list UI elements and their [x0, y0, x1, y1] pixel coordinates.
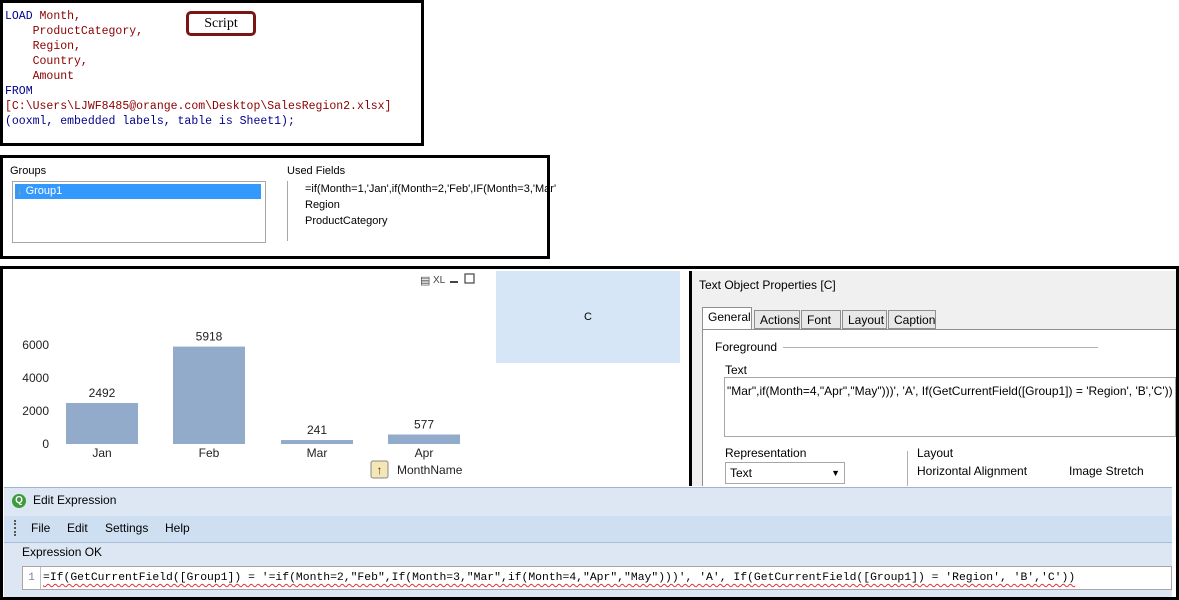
script-field: ProductCategory, [32, 25, 144, 38]
tab-layout[interactable]: Layout [842, 310, 887, 329]
layout-label: Layout [917, 446, 954, 460]
menu-settings[interactable]: Settings [105, 521, 148, 535]
y-tick-label: 4000 [22, 371, 49, 385]
general-tab-body: Foreground Text "Mar",if(Month=4,"Apr","… [702, 329, 1176, 486]
line-number: 1 [23, 567, 41, 589]
representation-label: Representation [725, 446, 807, 460]
group-item-label: Group1 [25, 185, 63, 197]
text-object-properties-dialog: Text Object Properties [C] General Actio… [692, 271, 1176, 486]
x-tick-label: Apr [415, 446, 434, 460]
text-input-value: "Mar",if(Month=4,"Apr","May")))', 'A', I… [727, 384, 1173, 398]
x-tick-label: Jan [92, 446, 111, 460]
script-callout-label: Script [186, 11, 256, 36]
bar-jan[interactable] [66, 402, 138, 444]
dialog-title: Text Object Properties [C] [699, 278, 836, 292]
bar-apr[interactable] [388, 434, 460, 444]
script-path: [C:\Users\LJWF8485@orange.com\Desktop\Sa… [5, 100, 392, 113]
chart-caption: ▤ XL [420, 273, 475, 287]
foreground-divider [783, 347, 1098, 348]
script-format: (ooxml, embedded labels, table is Sheet1… [5, 115, 295, 128]
qlik-app-icon: Q [12, 494, 26, 508]
image-stretch-label: Image Stretch [1069, 464, 1144, 478]
chevron-down-icon: ▼ [831, 468, 840, 478]
y-tick-label: 2000 [22, 404, 49, 418]
bar-feb[interactable] [173, 346, 245, 444]
expression-status: Expression OK [22, 545, 103, 559]
script-load-keyword: LOAD [5, 10, 33, 23]
x-tick-label: Feb [199, 446, 220, 460]
used-fields-label: Used Fields [287, 165, 346, 177]
text-object-label: C [584, 311, 592, 323]
tab-caption[interactable]: Caption [888, 310, 936, 329]
data-label: 2492 [89, 386, 116, 400]
menu-bar: File Edit Settings Help [4, 516, 1172, 543]
representation-select[interactable]: Text ▼ [725, 462, 845, 484]
text-object[interactable]: C [496, 271, 680, 363]
text-label: Text [725, 363, 748, 377]
expression-text[interactable]: =If(GetCurrentField([Group1]) = '=if(Mon… [43, 567, 1075, 589]
bar-chart[interactable]: ▤ XL 0 2000 4000 6000 2492 Jan 5918 Feb 241 Mar 5… [3, 271, 479, 485]
expression-editor[interactable]: 1 =If(GetCurrentField([Group1]) = '=if(M… [22, 566, 1172, 590]
script-field: Region, [32, 40, 81, 53]
y-tick-label: 6000 [22, 338, 49, 352]
group-item[interactable]: ↓ Group1 [15, 184, 261, 199]
tab-font[interactable]: Font [801, 310, 841, 329]
menu-help[interactable]: Help [165, 521, 190, 535]
edit-expression-window: Q Edit Expression File Edit Settings Hel… [4, 487, 1172, 597]
data-label: 241 [307, 423, 327, 437]
y-axis: 0 2000 4000 6000 [22, 338, 49, 451]
groups-panel: Groups Used Fields ↓ Group1 =if(Month=1,… [0, 155, 556, 259]
script-field: Month, [39, 10, 81, 23]
print-icon: ▤ [420, 275, 430, 287]
used-fields-list[interactable]: =if(Month=1,'Jan',if(Month=2,'Feb',IF(Mo… [287, 181, 556, 241]
menu-grip-icon [14, 520, 19, 536]
menu-edit[interactable]: Edit [67, 521, 88, 535]
script-from-keyword: FROM [5, 85, 33, 98]
x-tick-label: Mar [307, 446, 328, 460]
horizontal-alignment-label: Horizontal Alignment [917, 464, 1028, 478]
bar-mar[interactable] [281, 440, 353, 444]
groups-label: Groups [10, 165, 47, 177]
text-input[interactable]: "Mar",if(Month=4,"Apr","May")))', 'A', I… [724, 377, 1176, 437]
dimension-label: MonthName [397, 463, 463, 477]
data-label: 577 [414, 418, 434, 432]
dimension-label-group[interactable]: ↑ MonthName [370, 460, 463, 479]
script-field: Amount [32, 70, 75, 83]
script-field: Country, [32, 55, 88, 68]
window-title: Edit Expression [33, 493, 117, 507]
layout-divider [907, 451, 908, 486]
data-label: 5918 [196, 330, 223, 344]
tab-actions[interactable]: Actions [754, 310, 800, 329]
minimize-icon [450, 281, 458, 283]
used-field-item[interactable]: =if(Month=1,'Jan',if(Month=2,'Feb',IF(Mo… [305, 183, 556, 195]
excel-icon-label: XL [433, 275, 446, 286]
drill-down-arrow-icon: ↓ [17, 185, 23, 197]
script-panel: LOAD Month, ProductCategory, Region, Cou… [0, 0, 424, 146]
menu-file[interactable]: File [31, 521, 50, 535]
foreground-label: Foreground [715, 340, 778, 354]
groups-list[interactable]: ↓ Group1 [12, 181, 266, 243]
representation-value: Text [730, 466, 753, 480]
y-tick-label: 0 [42, 437, 49, 451]
maximize-icon [464, 273, 475, 284]
used-field-item[interactable]: Region [305, 199, 340, 211]
used-field-item[interactable]: ProductCategory [305, 215, 388, 227]
bars: 2492 Jan 5918 Feb 241 Mar 577 Apr [66, 330, 460, 460]
tab-general[interactable]: General [702, 307, 752, 330]
up-arrow-glyph: ↑ [377, 463, 383, 477]
